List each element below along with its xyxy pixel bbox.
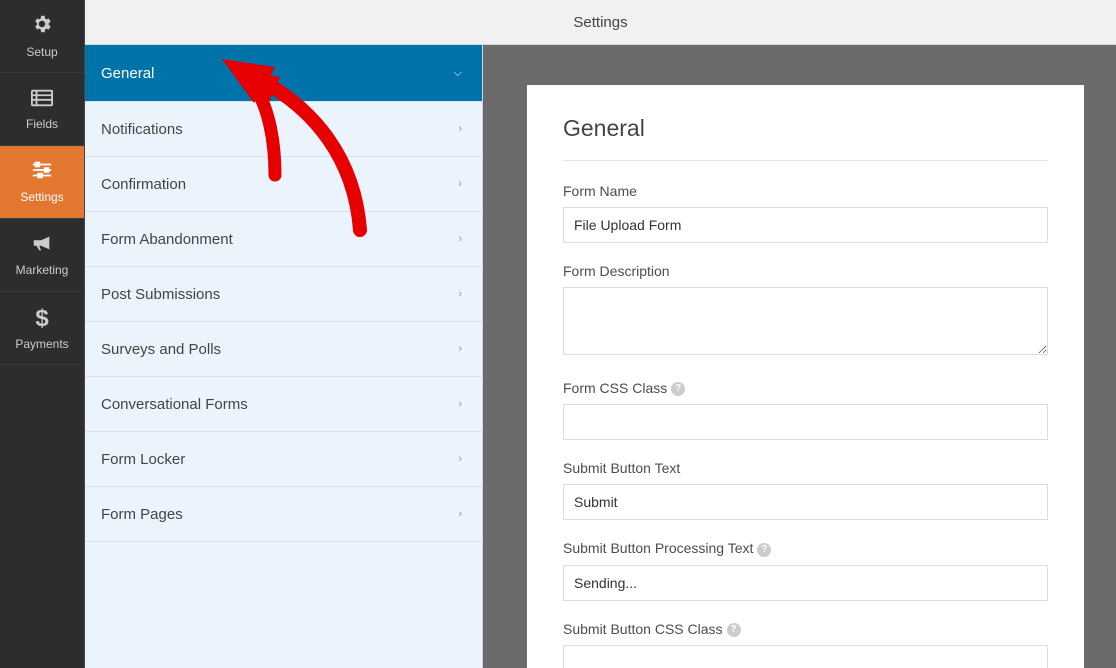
nav-marketing[interactable]: Marketing: [0, 219, 84, 292]
input-form-css[interactable]: [563, 404, 1048, 440]
chevron-right-icon: ›: [458, 343, 462, 355]
topbar: Settings: [85, 0, 1116, 45]
nav-fields[interactable]: Fields: [0, 73, 84, 146]
settings-item-label: Confirmation: [101, 176, 186, 193]
chevron-right-icon: ›: [458, 508, 462, 520]
nav-label: Payments: [15, 337, 68, 351]
input-submit-css[interactable]: [563, 645, 1048, 668]
settings-item-post-submissions[interactable]: Post Submissions ›: [85, 267, 482, 322]
settings-item-form-locker[interactable]: Form Locker ›: [85, 432, 482, 487]
main-content: General Form Name Form Description Form …: [483, 45, 1116, 668]
chevron-right-icon: ›: [458, 233, 462, 245]
settings-item-general[interactable]: General ⌵: [85, 45, 482, 102]
panel-heading: General: [563, 115, 1048, 161]
help-icon[interactable]: ?: [757, 543, 771, 557]
settings-item-surveys-polls[interactable]: Surveys and Polls ›: [85, 322, 482, 377]
chevron-right-icon: ›: [458, 398, 462, 410]
settings-item-label: Conversational Forms: [101, 396, 248, 413]
label-submit-processing: Submit Button Processing Text?: [563, 540, 1048, 556]
label-form-description: Form Description: [563, 263, 1048, 279]
settings-item-label: General: [101, 65, 154, 82]
nav-label: Settings: [20, 190, 63, 204]
chevron-right-icon: ›: [458, 453, 462, 465]
chevron-right-icon: ›: [458, 288, 462, 300]
label-form-name: Form Name: [563, 183, 1048, 199]
settings-item-confirmation[interactable]: Confirmation ›: [85, 157, 482, 212]
chevron-down-icon: ⌵: [454, 67, 462, 80]
label-text: Form CSS Class: [563, 380, 667, 396]
settings-item-label: Form Pages: [101, 506, 183, 523]
nav-payments[interactable]: $ Payments: [0, 292, 84, 365]
settings-item-notifications[interactable]: Notifications ›: [85, 102, 482, 157]
input-submit-text[interactable]: [563, 484, 1048, 520]
dollar-icon: $: [35, 305, 48, 333]
label-submit-text: Submit Button Text: [563, 460, 1048, 476]
label-text: Submit Button Processing Text: [563, 540, 753, 556]
list-icon: [31, 87, 53, 113]
help-icon[interactable]: ?: [671, 382, 685, 396]
form-card: General Form Name Form Description Form …: [527, 85, 1084, 668]
gear-icon: [31, 13, 53, 41]
settings-item-label: Notifications: [101, 121, 183, 138]
topbar-title: Settings: [573, 14, 627, 31]
label-text: Submit Button CSS Class: [563, 621, 723, 637]
label-form-css: Form CSS Class?: [563, 380, 1048, 396]
help-icon[interactable]: ?: [727, 623, 741, 637]
settings-panel: General ⌵ Notifications › Confirmation ›…: [85, 45, 483, 668]
settings-item-form-abandonment[interactable]: Form Abandonment ›: [85, 212, 482, 267]
nav-rail: Setup Fields Settings Marketing $ Paymen…: [0, 0, 85, 668]
label-submit-css: Submit Button CSS Class?: [563, 621, 1048, 637]
nav-setup[interactable]: Setup: [0, 0, 84, 73]
nav-settings[interactable]: Settings: [0, 146, 84, 219]
nav-label: Marketing: [16, 263, 69, 277]
settings-item-form-pages[interactable]: Form Pages ›: [85, 487, 482, 542]
input-form-name[interactable]: [563, 207, 1048, 243]
input-submit-processing[interactable]: [563, 565, 1048, 601]
chevron-right-icon: ›: [458, 123, 462, 135]
settings-item-label: Form Abandonment: [101, 231, 233, 248]
settings-item-label: Form Locker: [101, 451, 185, 468]
nav-label: Setup: [26, 45, 57, 59]
input-form-description[interactable]: [563, 287, 1048, 355]
bullhorn-icon: [31, 233, 53, 259]
settings-item-label: Post Submissions: [101, 286, 220, 303]
nav-label: Fields: [26, 117, 58, 131]
chevron-right-icon: ›: [458, 178, 462, 190]
settings-item-label: Surveys and Polls: [101, 341, 221, 358]
settings-item-conversational-forms[interactable]: Conversational Forms ›: [85, 377, 482, 432]
sliders-icon: [31, 160, 53, 186]
